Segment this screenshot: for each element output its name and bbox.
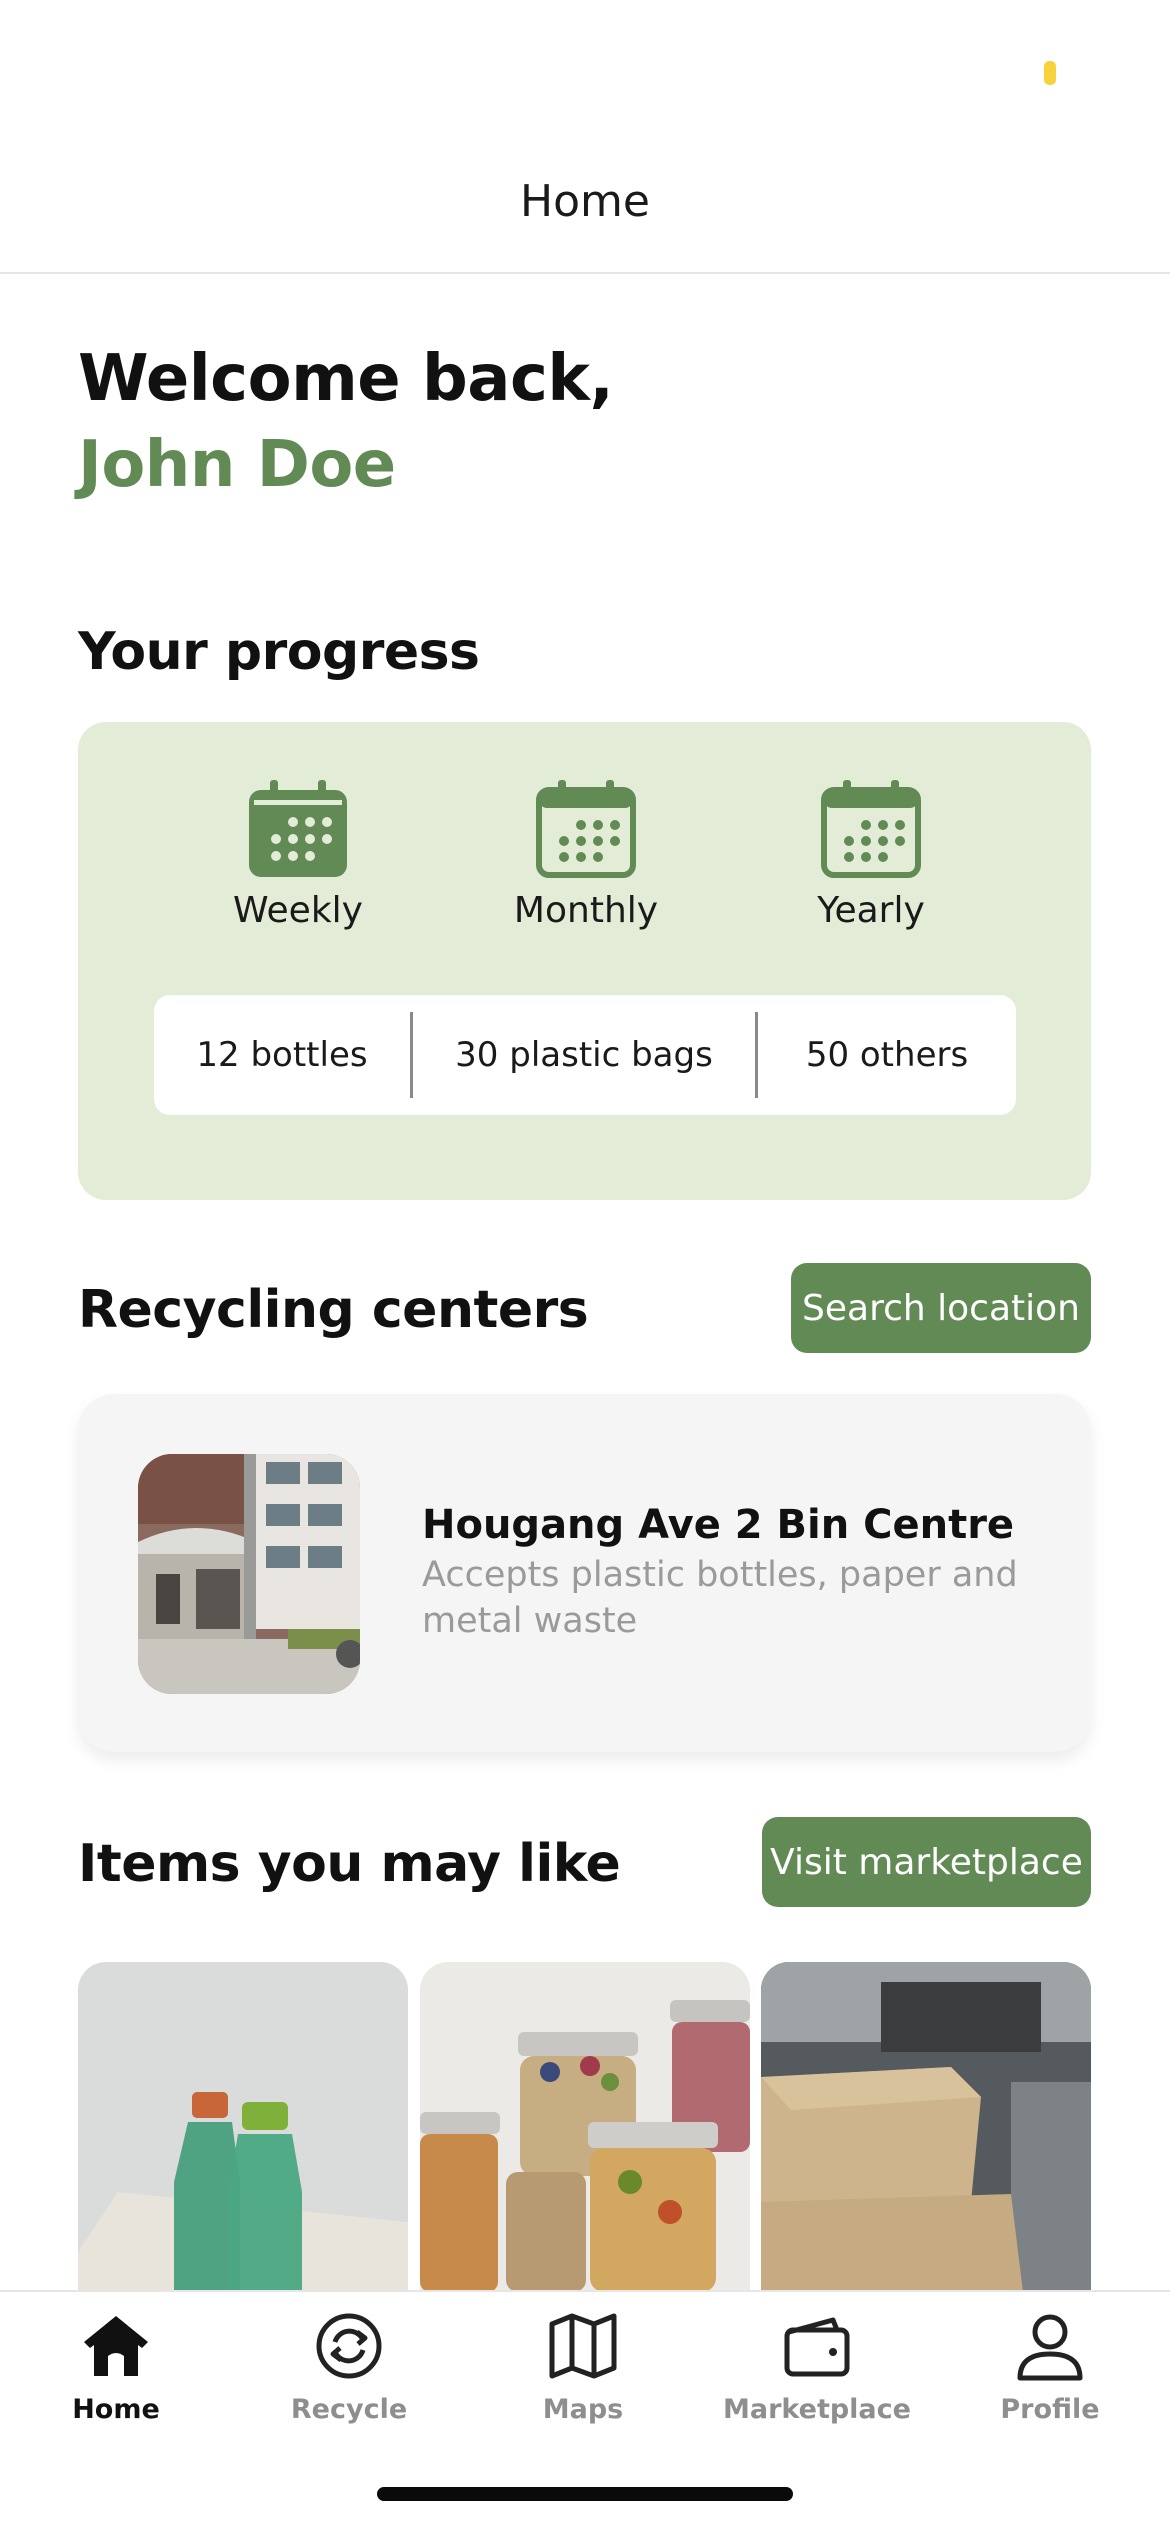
period-label: Weekly <box>233 890 363 931</box>
tab-maps[interactable]: Maps <box>478 2310 688 2425</box>
recycling-section-title: Recycling centers <box>78 1280 589 1340</box>
recycle-icon <box>316 2313 382 2379</box>
calendar-icon <box>249 780 347 877</box>
tab-label: Home <box>72 2394 160 2425</box>
map-icon <box>549 2313 617 2379</box>
wallet-icon <box>784 2317 850 2377</box>
period-label: Monthly <box>513 890 659 931</box>
stat-plastic-bags: 30 plastic bags <box>455 1035 713 1075</box>
recycling-center-photo <box>138 1454 360 1694</box>
recycling-center-name: Hougang Ave 2 Bin Centre <box>422 1502 1015 1548</box>
tab-label: Profile <box>1000 2394 1100 2425</box>
tab-profile[interactable]: Profile <box>945 2310 1155 2425</box>
tab-home[interactable]: Home <box>11 2310 221 2425</box>
welcome-greeting: Welcome back, <box>78 342 614 416</box>
page-title: Home <box>520 176 650 227</box>
stat-bottles: 12 bottles <box>196 1035 368 1075</box>
tab-label: Marketplace <box>723 2394 911 2425</box>
tab-label: Recycle <box>290 2394 408 2425</box>
progress-stats: 12 bottles 30 plastic bags 50 others <box>154 995 1016 1115</box>
home-indicator <box>377 2487 793 2501</box>
user-name: John Doe <box>78 428 396 502</box>
tab-recycle[interactable]: Recycle <box>244 2310 454 2425</box>
item-tile-jars[interactable] <box>420 1962 750 2292</box>
stat-others: 50 others <box>805 1035 969 1075</box>
visit-marketplace-button[interactable]: Visit marketplace <box>762 1817 1091 1907</box>
tab-marketplace[interactable]: Marketplace <box>712 2310 922 2425</box>
recycling-center-card[interactable]: Hougang Ave 2 Bin Centre Accepts plastic… <box>78 1394 1091 1752</box>
period-weekly[interactable]: Weekly <box>198 780 398 931</box>
profile-icon <box>1017 2314 1083 2381</box>
tab-label: Maps <box>542 2394 624 2425</box>
period-yearly[interactable]: Yearly <box>771 780 971 931</box>
navigation-bar: Home <box>0 0 1170 274</box>
calendar-icon <box>536 780 636 878</box>
period-label: Yearly <box>817 890 925 931</box>
progress-card: Weekly Monthly Yearly 12 bottles 30 plas… <box>78 722 1091 1200</box>
home-icon <box>84 2316 148 2376</box>
progress-section-title: Your progress <box>78 622 480 682</box>
calendar-icon <box>821 780 921 878</box>
item-tile-boxes[interactable] <box>761 1962 1091 2292</box>
search-location-button[interactable]: Search location <box>791 1263 1091 1353</box>
welcome-message: Welcome back, John Doe <box>78 336 614 508</box>
period-monthly[interactable]: Monthly <box>486 780 686 931</box>
items-section-title: Items you may like <box>78 1834 621 1894</box>
item-tile-bottles[interactable] <box>78 1962 408 2292</box>
recycling-center-description: Accepts plastic bottles, paper and metal… <box>422 1555 1018 1641</box>
